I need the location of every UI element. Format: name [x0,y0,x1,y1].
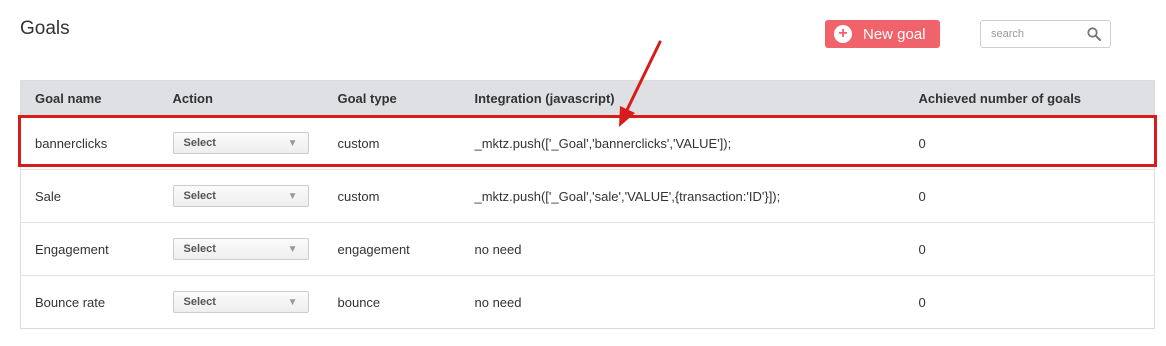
goal-type-cell: engagement [323,222,461,276]
integration-cell: no need [460,275,905,329]
column-header-integration: Integration (javascript) [460,80,905,117]
achieved-cell: 0 [904,169,1155,223]
goal-name-cell: Bounce rate [20,275,159,329]
action-cell: Select ▼ [158,169,324,223]
page-title: Goals [20,18,70,39]
action-cell: Select ▼ [158,275,324,329]
dropdown-arrow-icon: ▼ [287,296,298,308]
goal-type-cell: custom [323,116,461,170]
goal-type-cell: custom [323,169,461,223]
goals-table: Goal name Action Goal type Integration (… [20,80,1155,329]
search-box [980,20,1111,48]
achieved-cell: 0 [904,116,1155,170]
action-select-value: Select [183,137,216,149]
goal-name-cell: bannerclicks [20,116,159,170]
action-select-value: Select [183,296,216,308]
column-header-goal-type: Goal type [323,80,461,117]
search-icon[interactable] [1087,27,1101,46]
column-header-action: Action [158,80,324,117]
integration-cell: _mktz.push(['_Goal','bannerclicks','VALU… [460,116,905,170]
new-goal-label: New goal [863,25,926,43]
dropdown-arrow-icon: ▼ [287,137,298,149]
achieved-cell: 0 [904,275,1155,329]
action-select-value: Select [183,190,216,202]
table-header-row: Goal name Action Goal type Integration (… [20,80,1155,117]
table-row: bannerclicks Select ▼ custom _mktz.push(… [20,116,1155,170]
search-input[interactable] [981,21,1081,47]
action-select[interactable]: Select ▼ [172,185,309,207]
dropdown-arrow-icon: ▼ [287,243,298,255]
goal-type-cell: bounce [323,275,461,329]
table-row: Sale Select ▼ custom _mktz.push(['_Goal'… [20,169,1155,223]
goal-name-cell: Engagement [20,222,159,276]
achieved-cell: 0 [904,222,1155,276]
integration-cell: no need [460,222,905,276]
new-goal-button[interactable]: + New goal [825,20,940,48]
column-header-goal-name: Goal name [20,80,159,117]
table-row: Bounce rate Select ▼ bounce no need 0 [20,275,1155,329]
integration-cell: _mktz.push(['_Goal','sale','VALUE',{tran… [460,169,905,223]
dropdown-arrow-icon: ▼ [287,190,298,202]
table-row: Engagement Select ▼ engagement no need 0 [20,222,1155,276]
action-select-value: Select [183,243,216,255]
action-select[interactable]: Select ▼ [172,291,309,313]
plus-icon: + [834,25,852,43]
goal-name-cell: Sale [20,169,159,223]
action-cell: Select ▼ [158,116,324,170]
column-header-achieved: Achieved number of goals [904,80,1155,117]
action-cell: Select ▼ [158,222,324,276]
action-select[interactable]: Select ▼ [172,238,309,260]
action-select[interactable]: Select ▼ [172,132,309,154]
